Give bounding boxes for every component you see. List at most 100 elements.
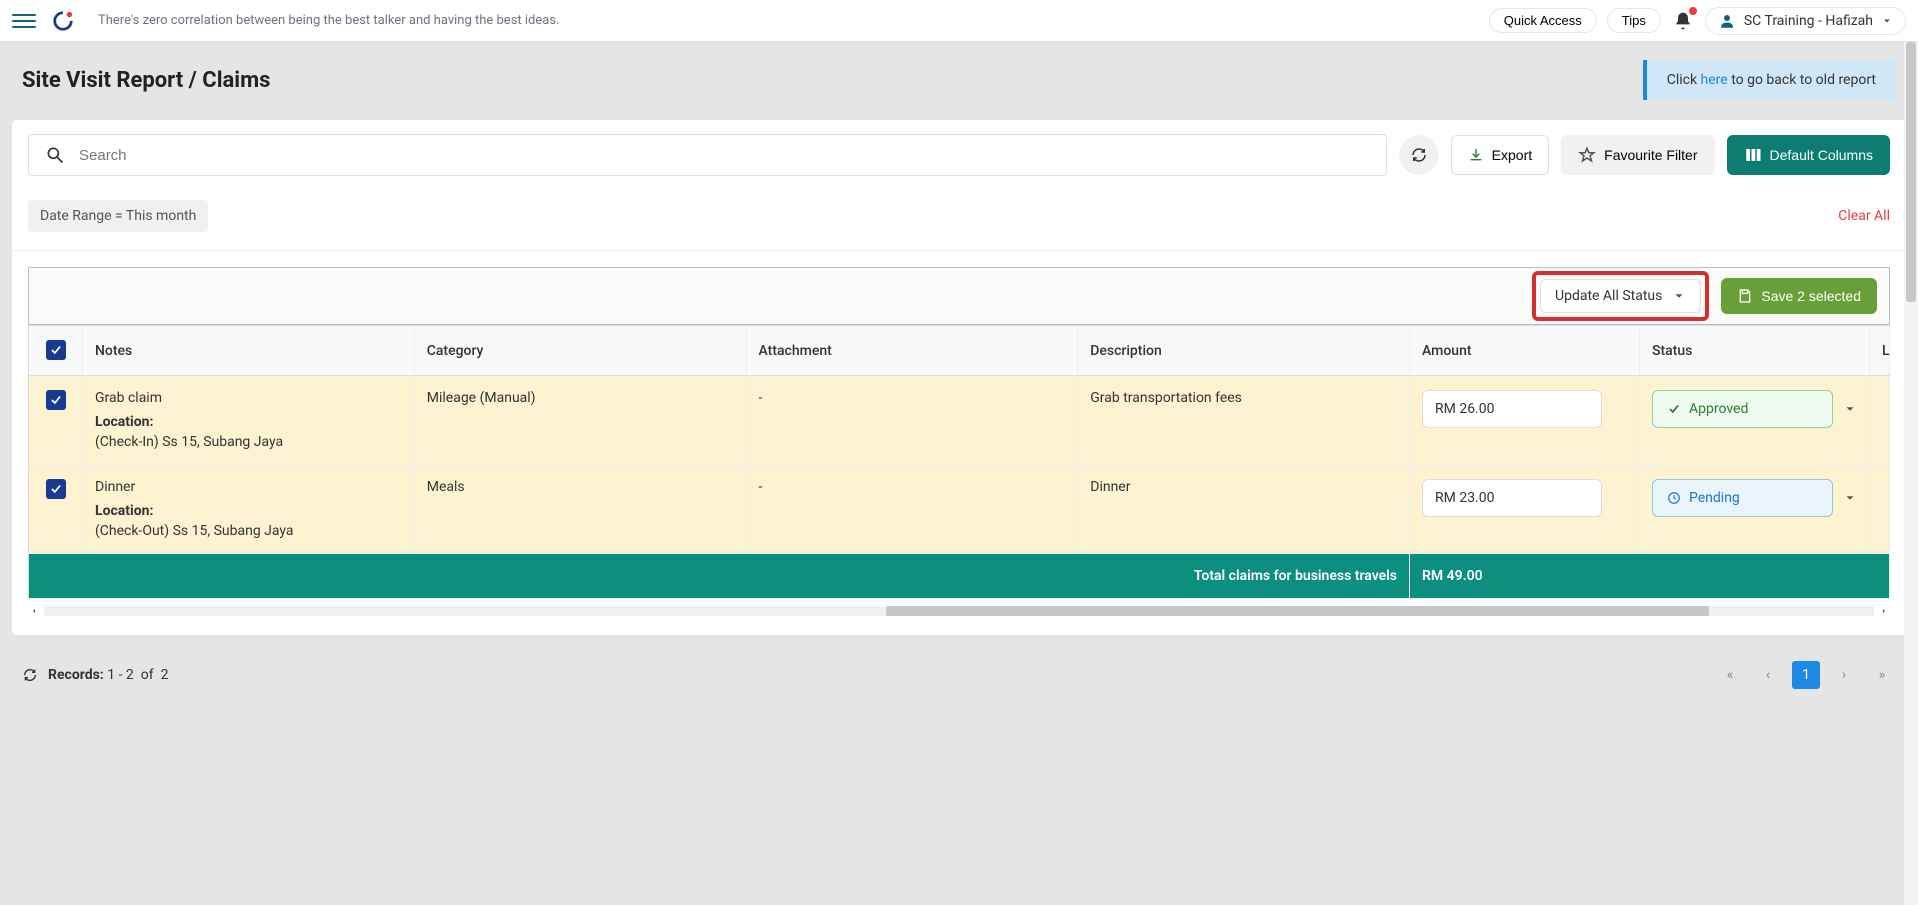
export-button[interactable]: Export xyxy=(1451,135,1549,175)
chevron-down-icon xyxy=(1672,289,1686,303)
notes-title: Grab claim xyxy=(95,390,402,406)
notes-title: Dinner xyxy=(95,479,402,495)
header-attachment[interactable]: Attachment xyxy=(746,326,1078,376)
location-value: (Check-Out) Ss 15, Subang Jaya xyxy=(95,523,402,539)
status-select-pending[interactable]: Pending xyxy=(1652,479,1833,517)
topbar: There's zero correlation between being t… xyxy=(0,0,1918,42)
table-row: Dinner Location: (Check-Out) Ss 15, Suba… xyxy=(29,465,1890,554)
cell-last xyxy=(1870,465,1890,554)
claims-table: Notes Category Attachment Description Am… xyxy=(28,325,1890,599)
page-next-button[interactable]: › xyxy=(1830,661,1858,689)
location-label: Location: xyxy=(95,414,402,430)
user-label: SC Training - Hafizah xyxy=(1744,13,1873,29)
search-wrap xyxy=(28,134,1387,176)
page-prev-button[interactable]: ‹ xyxy=(1754,661,1782,689)
page-title: Site Visit Report / Claims xyxy=(22,68,1643,93)
check-icon xyxy=(49,343,63,357)
refresh-button[interactable] xyxy=(1399,135,1439,175)
check-icon xyxy=(1667,402,1681,416)
chevron-down-icon xyxy=(1881,15,1893,27)
footer: Records: 1 - 2 of 2 « ‹ 1 › » xyxy=(0,645,1918,697)
cell-description: Dinner xyxy=(1078,465,1410,554)
update-all-status-button[interactable]: Update All Status xyxy=(1540,279,1701,313)
header-amount[interactable]: Amount xyxy=(1410,326,1640,376)
header-status[interactable]: Status xyxy=(1640,326,1870,376)
status-select-approved[interactable]: Approved xyxy=(1652,390,1833,428)
save-selected-button[interactable]: Save 2 selected xyxy=(1721,278,1877,314)
default-columns-button[interactable]: Default Columns xyxy=(1727,135,1891,175)
download-icon xyxy=(1468,147,1484,163)
search-input[interactable] xyxy=(79,147,1370,164)
caret-right-icon xyxy=(1880,607,1888,615)
date-range-filter-chip[interactable]: Date Range = This month xyxy=(28,200,208,232)
cell-status: Approved xyxy=(1640,376,1870,465)
cell-status: Pending xyxy=(1640,465,1870,554)
main-card: Export Favourite Filter Default Columns … xyxy=(12,120,1906,635)
search-icon xyxy=(45,145,65,165)
refresh-icon xyxy=(1410,146,1428,164)
user-menu[interactable]: SC Training - Hafizah xyxy=(1705,7,1906,35)
page-first-button[interactable]: « xyxy=(1716,661,1744,689)
records-label: Records: xyxy=(48,667,104,683)
scrollbar-thumb[interactable] xyxy=(886,606,1710,616)
caret-left-icon xyxy=(30,607,38,615)
header-description[interactable]: Description xyxy=(1078,326,1410,376)
total-label: Total claims for business travels xyxy=(29,554,1410,599)
refresh-icon[interactable] xyxy=(22,667,38,683)
clock-icon xyxy=(1667,491,1681,505)
cell-amount: RM 26.00 xyxy=(1410,376,1640,465)
chevron-down-icon[interactable] xyxy=(1843,491,1857,505)
check-icon xyxy=(49,393,63,407)
table-wrap: Update All Status Save 2 selected Notes xyxy=(12,251,1906,635)
location-label: Location: xyxy=(95,503,402,519)
cell-category: Mileage (Manual) xyxy=(414,376,746,465)
tips-button[interactable]: Tips xyxy=(1607,8,1661,33)
cell-last xyxy=(1870,376,1890,465)
app-logo[interactable] xyxy=(52,10,74,32)
star-icon xyxy=(1578,146,1596,164)
vertical-scrollbar[interactable] xyxy=(1904,42,1918,905)
columns-icon xyxy=(1744,146,1762,164)
cell-notes: Grab claim Location: (Check-In) Ss 15, S… xyxy=(83,376,415,465)
quick-access-button[interactable]: Quick Access xyxy=(1489,8,1597,33)
location-value: (Check-In) Ss 15, Subang Jaya xyxy=(95,434,402,450)
table-header-row: Notes Category Attachment Description Am… xyxy=(29,326,1890,376)
header-checkbox[interactable] xyxy=(29,326,83,376)
page-last-button[interactable]: » xyxy=(1868,661,1896,689)
clear-all-link[interactable]: Clear All xyxy=(1838,208,1890,224)
check-icon xyxy=(49,482,63,496)
update-status-highlight: Update All Status xyxy=(1532,271,1709,321)
cell-category: Meals xyxy=(414,465,746,554)
user-icon xyxy=(1718,12,1736,30)
toolbar: Export Favourite Filter Default Columns xyxy=(12,120,1906,190)
amount-input[interactable]: RM 26.00 xyxy=(1422,390,1602,428)
cell-attachment: - xyxy=(746,376,1078,465)
chevron-down-icon[interactable] xyxy=(1843,402,1857,416)
horizontal-scrollbar[interactable] xyxy=(28,603,1890,619)
total-value: RM 49.00 xyxy=(1410,554,1890,599)
filter-row: Date Range = This month Clear All xyxy=(12,190,1906,251)
total-row: Total claims for business travels RM 49.… xyxy=(29,554,1890,599)
title-row: Site Visit Report / Claims Click here to… xyxy=(0,42,1918,110)
cell-amount: RM 23.00 xyxy=(1410,465,1640,554)
back-to-old-link[interactable]: here xyxy=(1701,72,1728,88)
header-last[interactable]: L xyxy=(1870,326,1890,376)
vertical-scrollbar-thumb[interactable] xyxy=(1906,42,1916,302)
header-notes[interactable]: Notes xyxy=(83,326,415,376)
table-actions-bar: Update All Status Save 2 selected xyxy=(28,267,1890,325)
row-checkbox[interactable] xyxy=(46,479,66,499)
menu-hamburger-icon[interactable] xyxy=(12,9,36,33)
cell-notes: Dinner Location: (Check-Out) Ss 15, Suba… xyxy=(83,465,415,554)
favourite-filter-button[interactable]: Favourite Filter xyxy=(1561,135,1714,175)
back-to-old-banner: Click here to go back to old report xyxy=(1643,60,1896,100)
page-number-current[interactable]: 1 xyxy=(1792,661,1820,689)
cell-description: Grab transportation fees xyxy=(1078,376,1410,465)
notification-bell-icon[interactable] xyxy=(1671,9,1695,33)
tagline-text: There's zero correlation between being t… xyxy=(98,13,1489,28)
pagination: « ‹ 1 › » xyxy=(1716,661,1896,689)
amount-input[interactable]: RM 23.00 xyxy=(1422,479,1602,517)
header-category[interactable]: Category xyxy=(414,326,746,376)
row-checkbox[interactable] xyxy=(46,390,66,410)
notification-dot-icon xyxy=(1689,7,1697,15)
table-row: Grab claim Location: (Check-In) Ss 15, S… xyxy=(29,376,1890,465)
